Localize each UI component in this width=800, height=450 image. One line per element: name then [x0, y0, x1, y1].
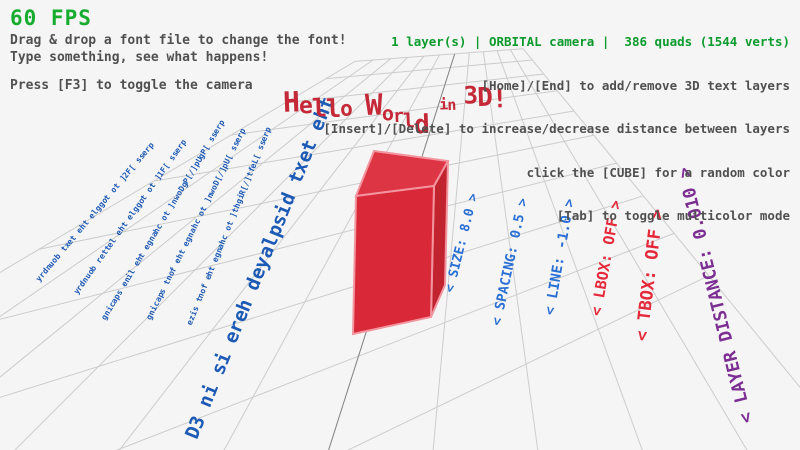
- title-char: H: [283, 87, 300, 118]
- hint-dragdrop-font: Drag & drop a font file to change the fo…: [10, 33, 347, 48]
- hint-multicolor-mode: [Tab] to toggle multicolor mode: [323, 209, 790, 224]
- hint-add-remove-layers: [Home]/[End] to add/remove 3D text layer…: [323, 79, 790, 94]
- fps-counter: 60 FPS: [10, 6, 92, 30]
- hint-toggle-camera: Press [F3] to toggle the camera: [10, 78, 253, 93]
- hint-layer-distance: [Insert]/[Delete] to increase/decrease d…: [323, 122, 790, 137]
- status-bar: 1 layer(s) | ORBITAL camera | 386 quads …: [323, 35, 790, 50]
- hint-cube-random-color: click the [CUBE] for a random color: [323, 166, 790, 181]
- right-hud: 1 layer(s) | ORBITAL camera | 386 quads …: [323, 6, 790, 253]
- title-char: e: [299, 94, 313, 120]
- hint-type-something: Type something, see what happens!: [10, 50, 268, 65]
- app-window: press [F2] to toggle the text boundrypre…: [0, 0, 800, 450]
